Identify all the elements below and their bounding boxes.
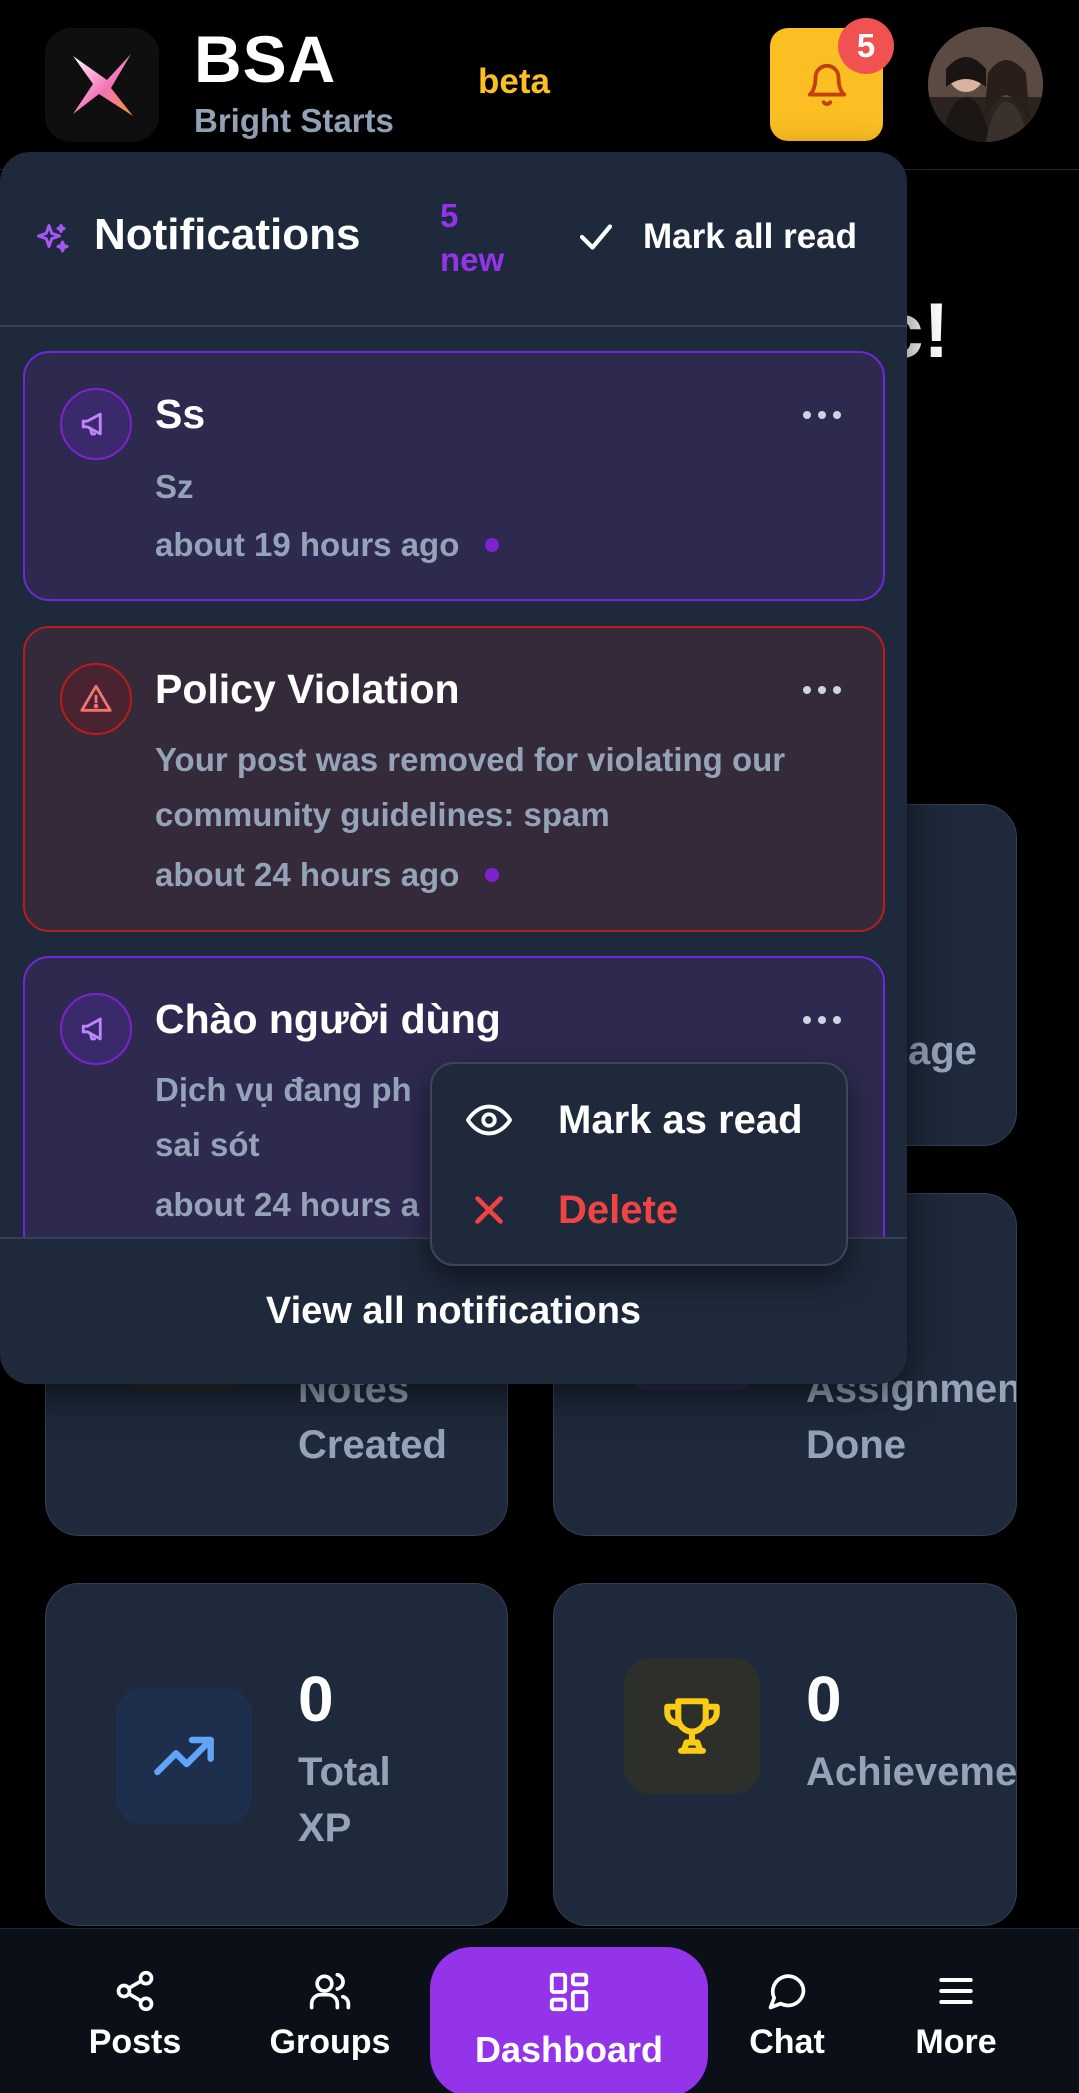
check-icon <box>579 224 613 250</box>
share-icon <box>116 1970 154 2012</box>
more-options-button[interactable] <box>803 1016 841 1024</box>
mark-as-read-menu-item[interactable]: Mark as read <box>432 1080 850 1160</box>
warning-triangle-icon <box>60 663 132 735</box>
megaphone-icon <box>60 993 132 1065</box>
users-icon <box>309 1972 351 2010</box>
nav-item-more[interactable]: More <box>881 1969 1031 2062</box>
xp-value: 0 <box>298 1663 334 1735</box>
grid-icon <box>549 1972 589 2012</box>
close-icon <box>475 1196 503 1224</box>
stat-card-total-xp: 0 Total XP <box>45 1583 508 1926</box>
nav-label: Posts <box>88 2023 182 2061</box>
app-logo[interactable] <box>45 28 159 142</box>
nav-item-dashboard[interactable]: Dashboard <box>430 1947 708 2093</box>
avatar-photo <box>928 27 1043 142</box>
brand-name: BSA <box>194 22 337 96</box>
megaphone-icon <box>60 388 132 460</box>
notification-time: about 24 hours a <box>155 1186 420 1223</box>
mark-all-read-button[interactable]: Mark all read <box>575 212 857 262</box>
unread-dot <box>485 538 500 552</box>
achievements-value: 0 <box>806 1663 842 1735</box>
sparkles-icon <box>37 224 69 253</box>
mark-as-read-label: Mark as read <box>558 1097 803 1142</box>
notifications-title: Notifications <box>94 210 361 259</box>
notification-item[interactable]: Policy Violation Your post was removed f… <box>23 626 885 932</box>
delete-label: Delete <box>558 1187 679 1232</box>
nav-label: Dashboard <box>474 2029 664 2070</box>
beta-label: beta <box>478 62 550 101</box>
more-options-button[interactable] <box>803 686 841 694</box>
more-options-button[interactable] <box>803 411 841 419</box>
bell-icon <box>807 63 846 106</box>
delete-menu-item[interactable]: Delete <box>432 1170 850 1250</box>
stat-card-label: age <box>908 1029 977 1073</box>
trending-up-icon <box>116 1688 252 1824</box>
brand-subtitle: Bright Starts <box>194 102 394 139</box>
user-avatar[interactable] <box>928 27 1043 142</box>
notifications-panel-header: Notifications 5 new Mark all read <box>0 152 907 327</box>
star-logo-icon <box>73 54 133 116</box>
nav-item-chat[interactable]: Chat <box>712 1969 862 2062</box>
notification-time: about 19 hours ago <box>155 526 500 564</box>
eye-icon <box>466 1104 512 1136</box>
notification-body: Sz <box>155 468 194 505</box>
menu-icon <box>939 1977 973 2005</box>
app-header: BSA Bright Starts beta 5 <box>0 0 1079 170</box>
notification-time: about 24 hours ago <box>155 856 500 894</box>
mark-all-read-label: Mark all read <box>643 217 857 256</box>
stat-card-label: Total XP <box>298 1750 391 1850</box>
nav-item-groups[interactable]: Groups <box>255 1969 405 2062</box>
notification-title: Chào người dùng <box>155 996 501 1042</box>
notification-title: Ss <box>155 391 206 437</box>
notification-title: Policy Violation <box>155 666 460 712</box>
bottom-navigation: Posts Groups Dashboard Chat More <box>0 1928 1079 2093</box>
notification-body: Your post was removed for violating our … <box>155 741 786 833</box>
notification-item[interactable]: Ss Sz about 19 hours ago <box>23 351 885 601</box>
trophy-icon <box>624 1658 760 1794</box>
notification-count-badge: 5 <box>838 18 894 74</box>
nav-label: More <box>915 2023 997 2061</box>
nav-label: Groups <box>269 2023 391 2061</box>
nav-item-posts[interactable]: Posts <box>60 1969 210 2062</box>
nav-label: Chat <box>749 2023 825 2061</box>
stat-card-label: Achievements <box>806 1750 1017 1794</box>
unread-dot <box>485 868 500 882</box>
new-count-badge: 5 new <box>440 197 505 278</box>
stat-card-achievements: 0 Achievements <box>553 1583 1017 1926</box>
notification-context-menu: Mark as read Delete <box>430 1062 848 1266</box>
chat-bubble-icon <box>768 1974 806 2010</box>
